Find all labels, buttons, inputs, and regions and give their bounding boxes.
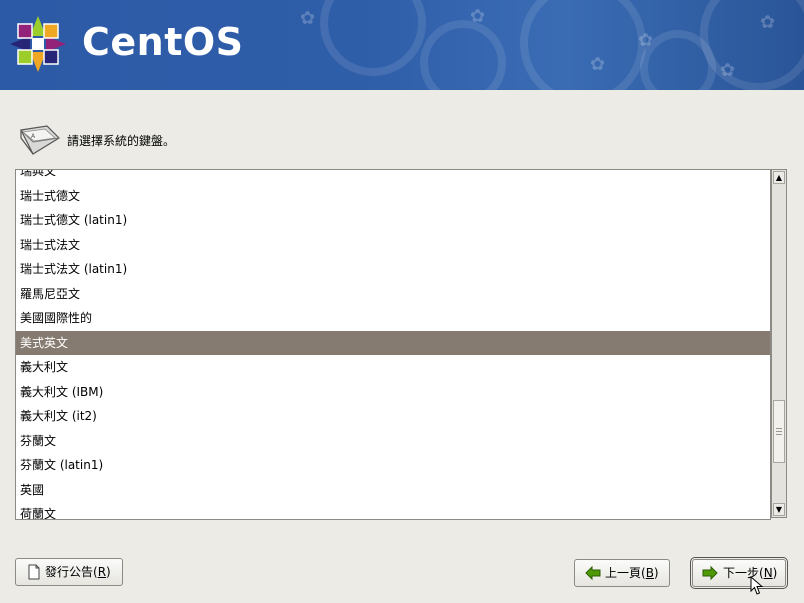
keyboard-list-item[interactable]: 美式英文 [16, 330, 770, 355]
keyboard-list-item[interactable]: 英國 [16, 478, 770, 503]
keyboard-list-item[interactable]: 瑞典文 [16, 170, 770, 184]
list-scrollbar[interactable]: ▲ ▼ [771, 169, 787, 518]
keyboard-list-item[interactable]: 義大利文 (it2) [16, 404, 770, 429]
back-mnemonic: B [645, 566, 654, 580]
back-button[interactable]: 上一頁(B) [574, 559, 670, 587]
keyboard-list-item[interactable]: 羅馬尼亞文 [16, 282, 770, 307]
release-notes-button[interactable]: 發行公告(R) [15, 558, 123, 586]
next-suffix: ) [772, 566, 778, 580]
mouse-pointer-icon [750, 576, 764, 595]
logo-text: CentOS [82, 20, 244, 64]
keyboard-list-item[interactable]: 瑞士式法文 (latin1) [16, 257, 770, 282]
keyboard-list-items: 瑞典文 瑞士式德文 瑞士式德文 (latin1) 瑞士式法文 瑞士式法文 (latin1… [16, 170, 770, 519]
keyboard-list-item[interactable]: 芬蘭文 [16, 429, 770, 454]
keyboard-list-item[interactable]: 瑞士式德文 [16, 184, 770, 209]
keyboard-list-item[interactable]: 芬蘭文 (latin1) [16, 453, 770, 478]
centos-logo-icon [10, 16, 66, 72]
keyboard-list-item[interactable]: 美國國際性的 [16, 306, 770, 331]
header-banner: ✿ ✿ ✿ ✿ ✿ ✿ CentOS [0, 0, 804, 90]
keyboard-list-item[interactable]: 瑞士式德文 (latin1) [16, 208, 770, 233]
document-icon [28, 564, 40, 580]
keyboard-prompt: 請選擇系統的鍵盤。 [67, 134, 176, 148]
scroll-thumb[interactable] [773, 400, 785, 463]
back-suffix: ) [653, 566, 659, 580]
back-label: 上一頁( [605, 566, 646, 580]
release-notes-label: 發行公告( [45, 565, 98, 579]
scroll-up-arrow-icon[interactable]: ▲ [773, 171, 785, 184]
arrow-left-icon [585, 565, 601, 581]
keyboard-list-item[interactable]: 義大利文 (IBM) [16, 380, 770, 405]
next-button[interactable]: 下一步(N) [690, 557, 788, 589]
keyboard-key-icon: A [20, 125, 60, 155]
release-notes-suffix: ) [106, 565, 111, 579]
scroll-down-arrow-icon[interactable]: ▼ [773, 503, 785, 516]
release-notes-mnemonic: R [97, 565, 107, 579]
keyboard-list[interactable]: 瑞典文 瑞士式德文 瑞士式德文 (latin1) 瑞士式法文 瑞士式法文 (latin1… [15, 169, 771, 520]
keyboard-list-item[interactable]: 義大利文 [16, 355, 770, 380]
next-mnemonic: N [763, 566, 773, 580]
keyboard-list-item[interactable]: 荷蘭文 [16, 502, 770, 519]
arrow-right-icon [702, 565, 718, 581]
keyboard-list-item[interactable]: 瑞士式法文 [16, 233, 770, 258]
